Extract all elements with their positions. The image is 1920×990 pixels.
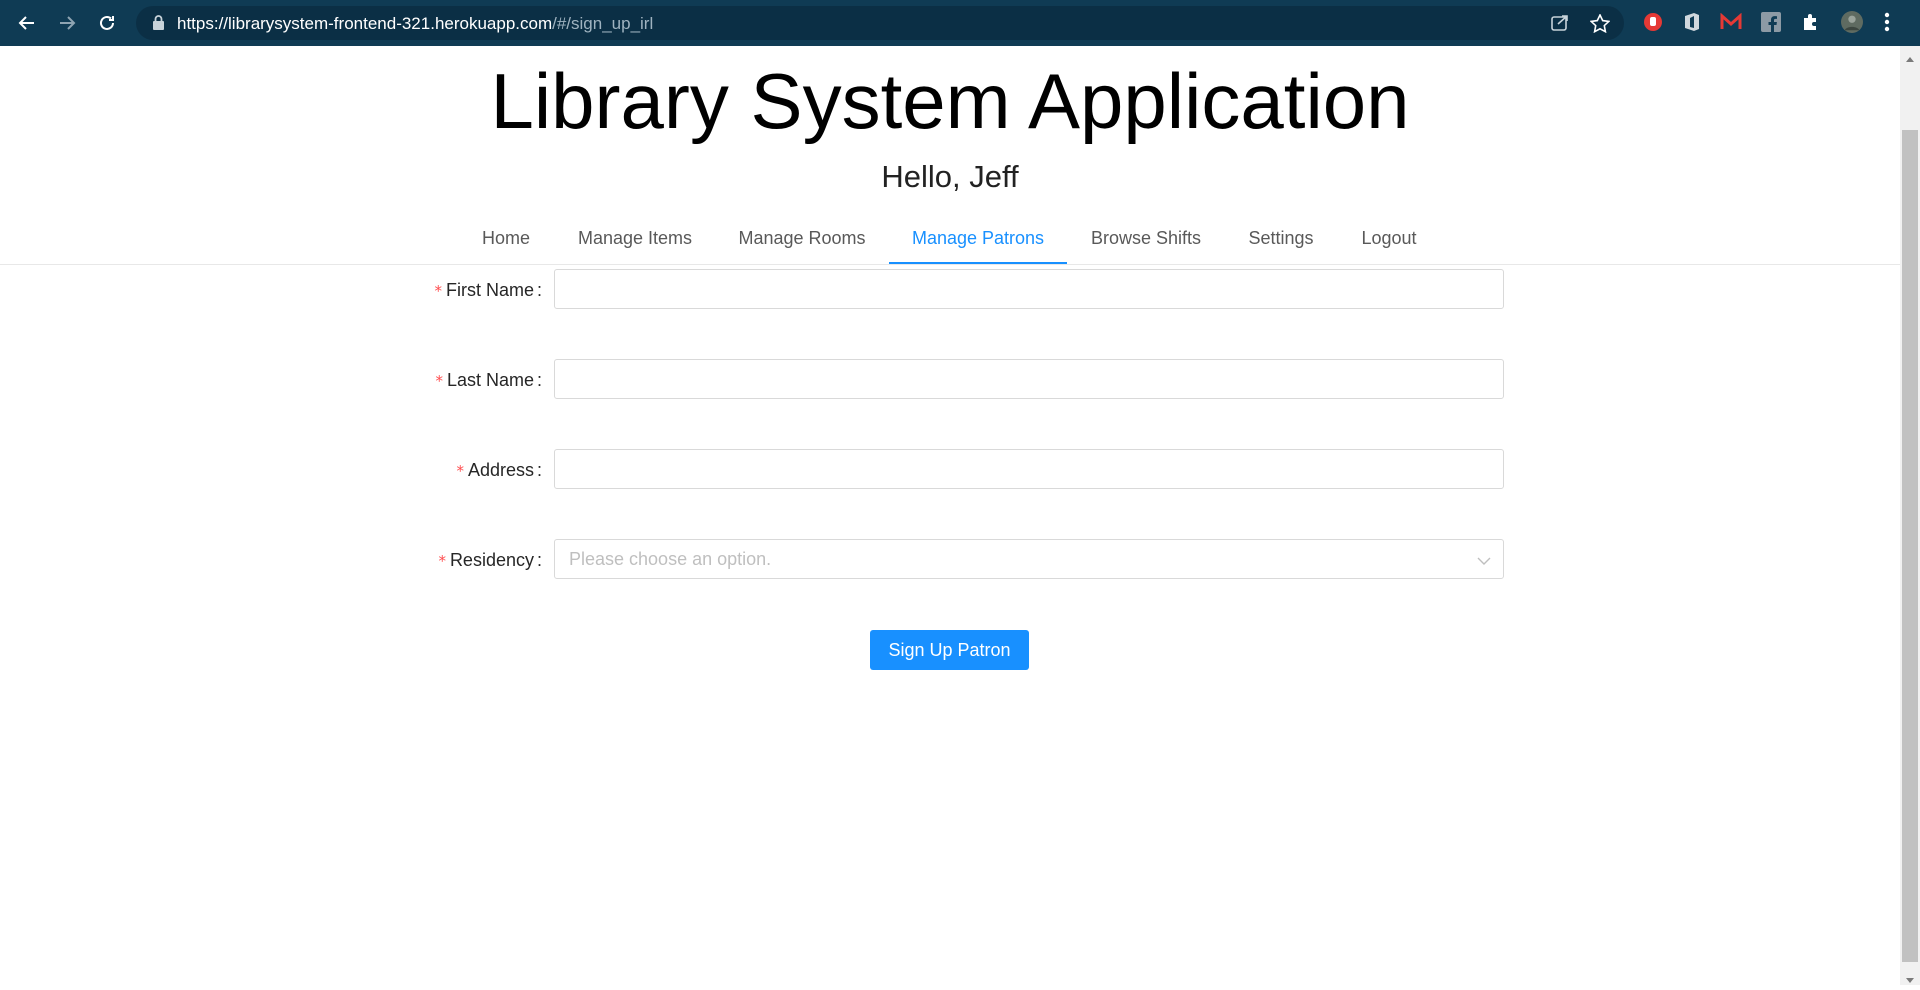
first-name-field[interactable] [554, 269, 1504, 309]
address-field[interactable] [554, 449, 1504, 489]
bookmark-star-icon[interactable] [1589, 13, 1611, 38]
scrollbar-thumb[interactable] [1902, 130, 1918, 962]
address-label: * Address: [456, 460, 542, 480]
first-name-row: * First Name: [0, 269, 1900, 311]
back-icon[interactable] [13, 9, 41, 37]
reload-icon[interactable] [93, 9, 121, 37]
lock-icon[interactable] [152, 15, 165, 35]
browser-toolbar: https://librarysystem-frontend-321.herok… [0, 0, 1920, 46]
residency-row: * Residency: Please choose an option. [0, 539, 1900, 581]
avatar[interactable] [1841, 11, 1863, 33]
last-name-label: * Last Name: [435, 370, 542, 390]
scroll-up-icon[interactable] [1905, 50, 1915, 68]
extension-office-icon[interactable] [1681, 11, 1703, 33]
page-title: Library System Application [490, 57, 1410, 145]
required-mark: * [435, 372, 443, 390]
chevron-down-icon [1477, 553, 1491, 571]
required-mark: * [434, 282, 442, 300]
tab-manage-patrons[interactable]: Manage Patrons [889, 218, 1067, 264]
residency-select[interactable]: Please choose an option. [554, 539, 1504, 579]
tab-logout[interactable]: Logout [1348, 218, 1430, 264]
url-text[interactable]: https://librarysystem-frontend-321.herok… [177, 14, 653, 34]
tab-settings[interactable]: Settings [1232, 218, 1330, 264]
tab-home[interactable]: Home [464, 218, 548, 264]
page-content: Library System Application Hello, Jeff H… [0, 46, 1900, 985]
tab-manage-rooms[interactable]: Manage Rooms [722, 218, 882, 264]
residency-placeholder: Please choose an option. [569, 549, 772, 569]
user-greeting: Hello, Jeff [881, 159, 1019, 194]
scroll-down-icon[interactable] [1905, 972, 1915, 990]
residency-label: * Residency: [438, 550, 542, 570]
required-mark: * [438, 552, 446, 570]
extension-gmail-icon[interactable] [1720, 11, 1742, 33]
address-bar[interactable]: https://librarysystem-frontend-321.herok… [136, 6, 1624, 40]
sign-up-patron-button[interactable]: Sign Up Patron [870, 630, 1029, 670]
share-icon[interactable] [1550, 14, 1570, 37]
required-mark: * [456, 462, 464, 480]
last-name-field[interactable] [554, 359, 1504, 399]
browser-menu-icon[interactable] [1884, 10, 1890, 39]
tab-browse-shifts[interactable]: Browse Shifts [1082, 218, 1210, 264]
nav-menu: Home Manage Items Manage Rooms Manage Pa… [0, 218, 1900, 265]
scrollbar[interactable] [1900, 46, 1920, 985]
extension-facebook-icon[interactable] [1760, 11, 1782, 33]
extensions-puzzle-icon[interactable] [1800, 11, 1822, 33]
address-row: * Address: [0, 449, 1900, 491]
forward-icon[interactable] [53, 9, 81, 37]
tab-manage-items[interactable]: Manage Items [568, 218, 702, 264]
extension-stop-icon[interactable] [1642, 11, 1664, 33]
last-name-row: * Last Name: [0, 359, 1900, 401]
first-name-label: * First Name: [434, 280, 542, 300]
